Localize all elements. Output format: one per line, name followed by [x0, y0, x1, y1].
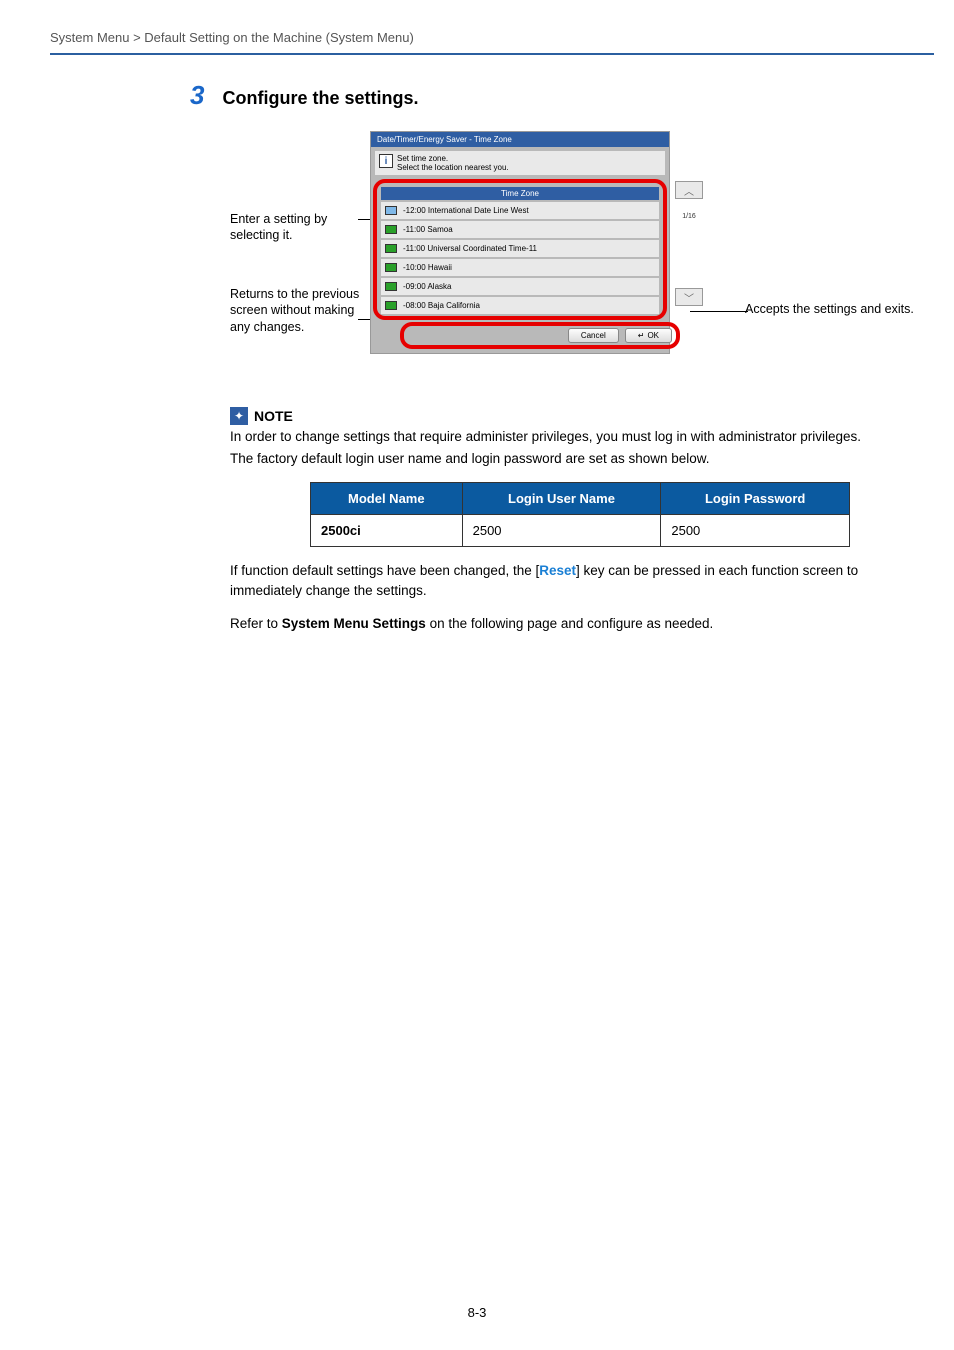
callout-ok: Accepts the settings and exits. — [745, 301, 925, 317]
note-icon: ✦ — [230, 407, 248, 425]
scroll-column: ︿ 1/16 ﹀ — [675, 181, 703, 310]
ok-label: OK — [647, 331, 659, 340]
reset-key-label: Reset — [539, 563, 576, 578]
note-heading: ✦ NOTE — [230, 407, 924, 425]
text-segment: Refer to — [230, 616, 282, 631]
flag-icon — [385, 263, 397, 272]
enter-icon: ↵ — [638, 331, 645, 340]
tz-item[interactable]: -09:00 Alaska — [381, 278, 659, 295]
credentials-table: Model Name Login User Name Login Passwor… — [310, 482, 850, 547]
callout-line — [690, 311, 748, 312]
callout-select: Enter a setting by selecting it. — [230, 211, 360, 244]
info-icon: i — [379, 154, 393, 168]
scroll-up-button[interactable]: ︿ — [675, 181, 703, 199]
chevron-down-icon: ﹀ — [684, 290, 694, 305]
tz-label: -10:00 Hawaii — [403, 263, 452, 272]
panel-title: Date/Timer/Energy Saver - Time Zone — [371, 132, 669, 147]
tz-label: -11:00 Samoa — [403, 225, 453, 234]
step-heading: 3 Configure the settings. — [230, 80, 924, 111]
system-menu-settings-ref: System Menu Settings — [282, 616, 426, 631]
flag-icon — [385, 206, 397, 215]
tz-label: -11:00 Universal Coordinated Time-11 — [403, 244, 537, 253]
tz-item[interactable]: -10:00 Hawaii — [381, 259, 659, 276]
note-paragraph-1: In order to change settings that require… — [230, 427, 924, 447]
timezone-list-highlight: Time Zone -12:00 International Date Line… — [373, 179, 667, 320]
flag-icon — [385, 301, 397, 310]
tz-label: -09:00 Alaska — [403, 282, 451, 291]
note-paragraph-2: The factory default login user name and … — [230, 449, 924, 469]
scroll-down-button[interactable]: ﹀ — [675, 288, 703, 306]
text-segment: If function default settings have been c… — [230, 563, 539, 578]
flag-icon — [385, 282, 397, 291]
note-label: NOTE — [254, 408, 293, 424]
page-number: 8-3 — [0, 1305, 954, 1320]
cell-user: 2500 — [462, 515, 661, 547]
tz-item[interactable]: -11:00 Universal Coordinated Time-11 — [381, 240, 659, 257]
list-title: Time Zone — [381, 187, 659, 200]
page-indicator: 1/16 — [675, 213, 703, 220]
table-row: 2500ci 2500 2500 — [311, 515, 850, 547]
tz-label: -08:00 Baja California — [403, 301, 480, 310]
panel-info: i Set time zone. Select the location nea… — [375, 151, 665, 175]
panel-info-line1: Set time zone. — [397, 154, 509, 163]
tz-label: -12:00 International Date Line West — [403, 206, 529, 215]
step-number: 3 — [190, 80, 204, 111]
text-segment: on the following page and configure as n… — [426, 616, 713, 631]
panel-buttons-highlight: Cancel ↵OK — [400, 322, 680, 349]
ok-button[interactable]: ↵OK — [625, 328, 672, 343]
callout-cancel: Returns to the previous screen without m… — [230, 286, 360, 335]
chevron-up-icon: ︿ — [684, 183, 694, 198]
flag-icon — [385, 225, 397, 234]
tz-item[interactable]: -12:00 International Date Line West — [381, 202, 659, 219]
header-rule — [50, 53, 934, 55]
breadcrumb: System Menu > Default Setting on the Mac… — [0, 0, 954, 53]
after-table-paragraph-2: Refer to System Menu Settings on the fol… — [230, 614, 924, 634]
panel-info-line2: Select the location nearest you. — [397, 163, 509, 172]
cell-model: 2500ci — [311, 515, 463, 547]
th-user: Login User Name — [462, 483, 661, 515]
th-model: Model Name — [311, 483, 463, 515]
tz-item[interactable]: -11:00 Samoa — [381, 221, 659, 238]
after-table-paragraph-1: If function default settings have been c… — [230, 561, 924, 600]
step-title: Configure the settings. — [222, 88, 418, 109]
cancel-button[interactable]: Cancel — [568, 328, 619, 343]
tz-item[interactable]: -08:00 Baja California — [381, 297, 659, 314]
settings-diagram: Enter a setting by selecting it. Returns… — [230, 131, 924, 401]
timezone-panel: Date/Timer/Energy Saver - Time Zone i Se… — [370, 131, 670, 354]
cell-pass: 2500 — [661, 515, 850, 547]
th-pass: Login Password — [661, 483, 850, 515]
flag-icon — [385, 244, 397, 253]
